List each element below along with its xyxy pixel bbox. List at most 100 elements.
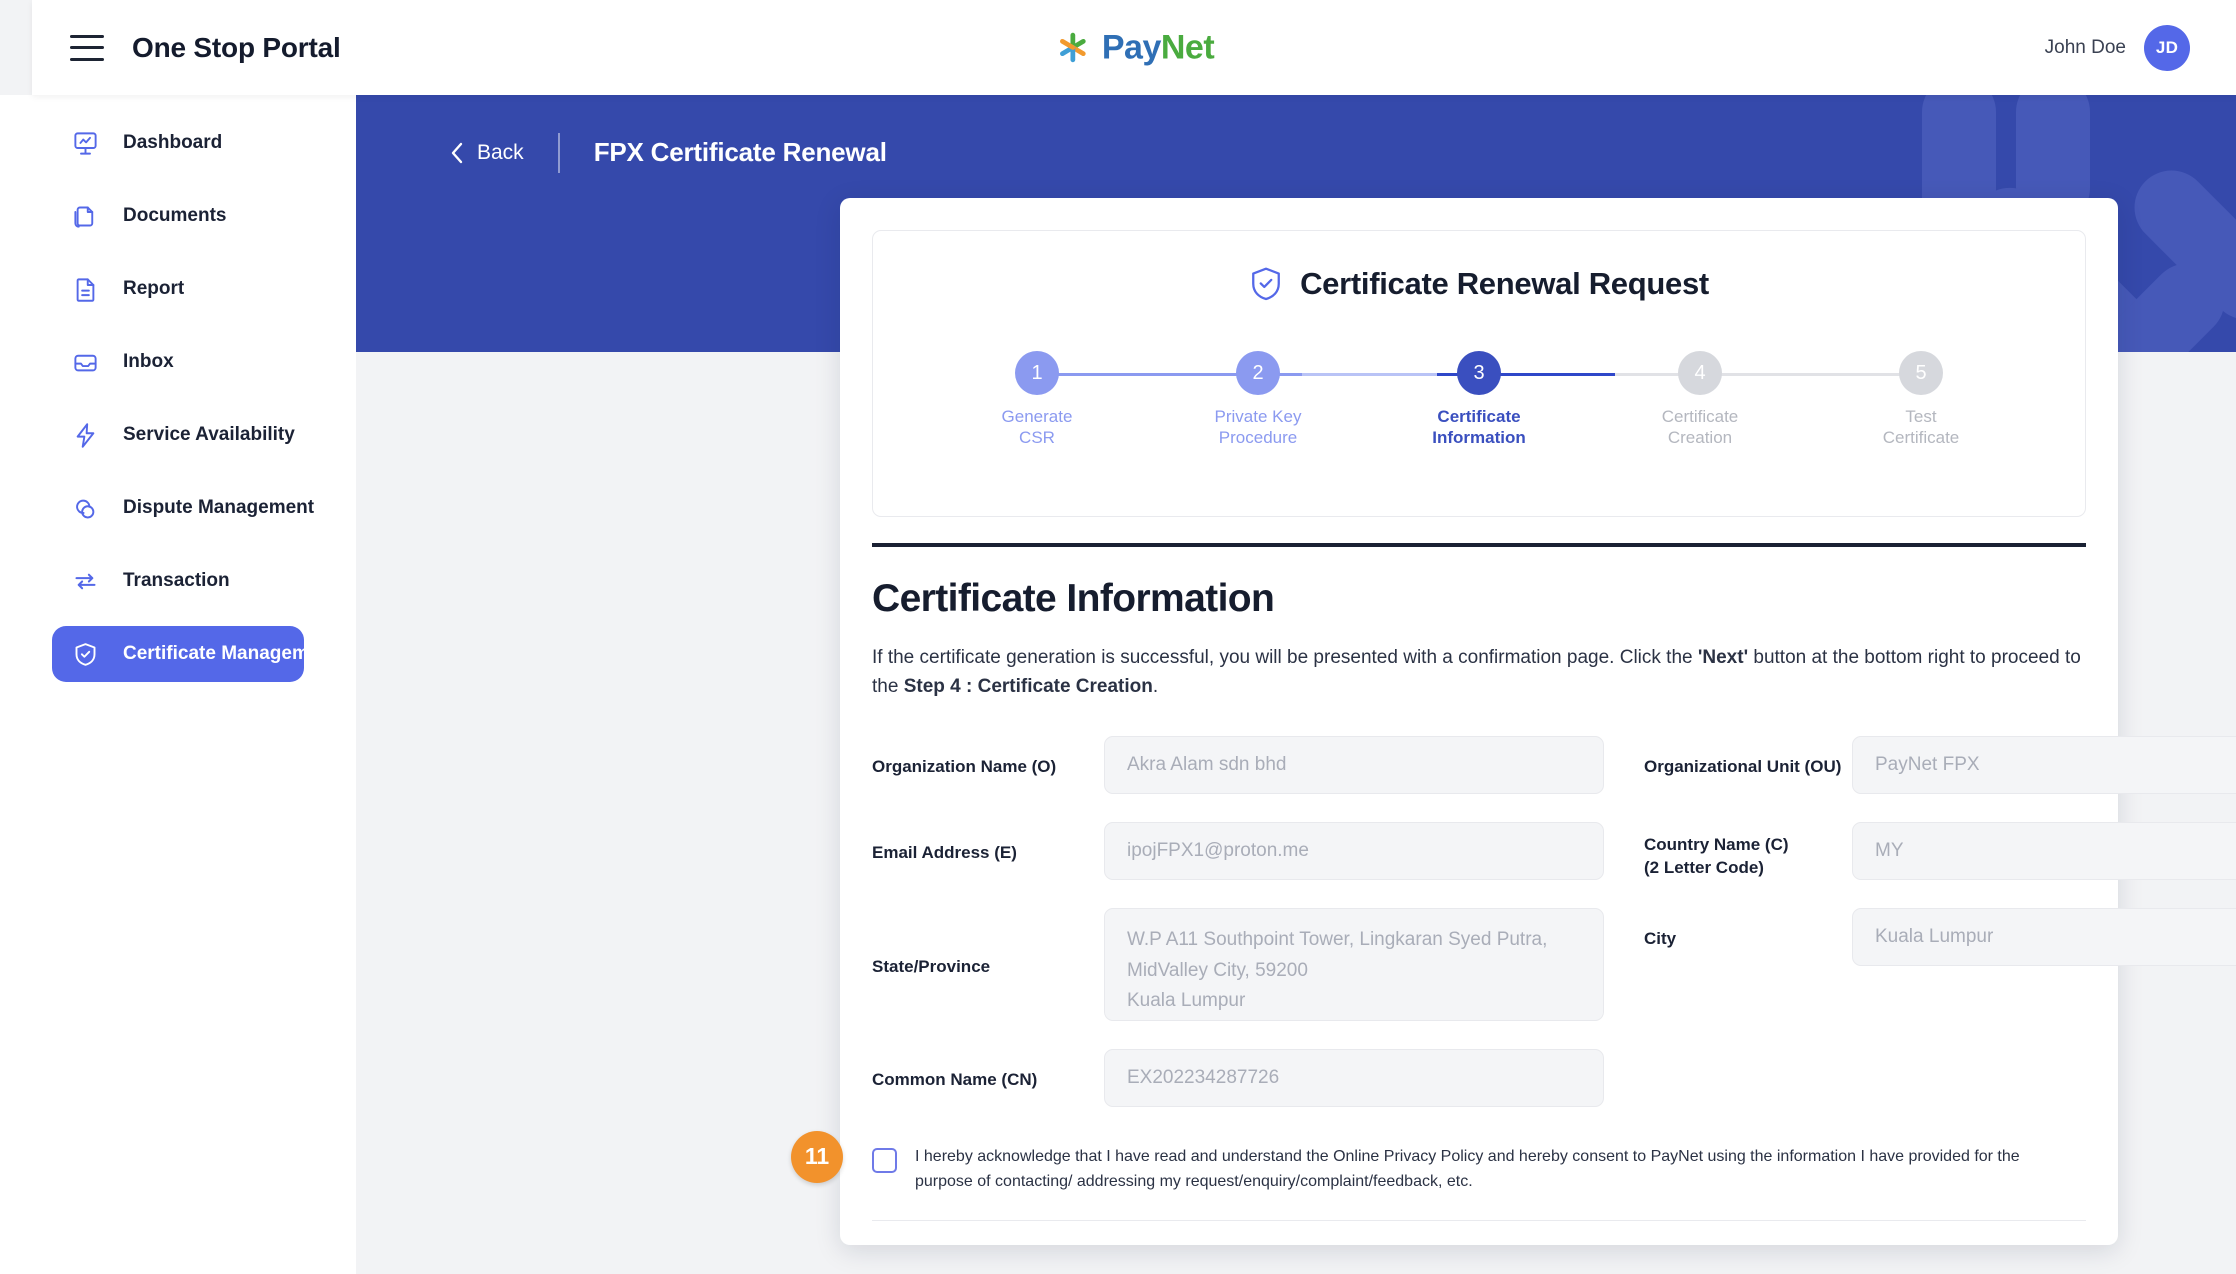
step-label-line2: CSR xyxy=(957,427,1117,448)
label-state-province: State/Province xyxy=(872,908,1104,979)
chevron-left-icon xyxy=(450,142,463,164)
card-heading: Certificate Renewal Request xyxy=(873,265,2085,303)
logo-text-pay: Pay xyxy=(1102,28,1161,66)
consent-text: I hereby acknowledge that I have read an… xyxy=(915,1145,2075,1195)
sidebar-item-report[interactable]: Report xyxy=(52,261,304,317)
step-label-line1: Test xyxy=(1841,406,2001,427)
sidebar-item-label: Dashboard xyxy=(123,132,222,154)
lightning-icon xyxy=(70,420,100,450)
paynet-asterisk-icon xyxy=(1054,29,1092,67)
input-city[interactable]: Kuala Lumpur xyxy=(1852,908,2236,966)
label-country-name: Country Name (C) (2 Letter Code) xyxy=(1604,822,1852,884)
section-title: Certificate Information xyxy=(872,577,2086,621)
certificate-card: Certificate Renewal Request 1 xyxy=(840,198,2118,1245)
report-icon xyxy=(70,274,100,304)
step-label: Certificate Creation xyxy=(1620,406,1780,449)
shield-check-icon xyxy=(70,639,100,669)
step-label-line1: Certificate xyxy=(1620,406,1780,427)
consent-row: 11 I hereby acknowledge that I have read… xyxy=(872,1145,2086,1222)
certificate-form: Organization Name (O) Akra Alam sdn bhd … xyxy=(872,736,2086,1135)
step-label: Test Certificate xyxy=(1841,406,2001,449)
input-state-province[interactable]: W.P A11 Southpoint Tower, Lingkaran Syed… xyxy=(1104,908,1604,1021)
step-label-line2: Procedure xyxy=(1178,427,1338,448)
section-description: If the certificate generation is success… xyxy=(872,643,2086,702)
sidebar-item-label: Inbox xyxy=(123,351,174,373)
banner-header-row: Back FPX Certificate Renewal xyxy=(356,95,2236,210)
input-email-address[interactable]: ipojFPX1@proton.me xyxy=(1104,822,1604,880)
step-number: 5 xyxy=(1899,351,1943,395)
paynet-logo: PayNet xyxy=(1054,28,1214,67)
user-name: John Doe xyxy=(2045,37,2126,59)
step-label: Certificate Information xyxy=(1399,406,1559,449)
exchange-icon xyxy=(70,566,100,596)
desc-part-1: If the certificate generation is success… xyxy=(872,647,1698,668)
stepper-steps: 1 Generate CSR 2 Private Key Procedure xyxy=(957,351,2001,449)
label-email-address: Email Address (E) xyxy=(872,822,1104,884)
sidebar: Dashboard Documents Report xyxy=(0,95,356,1274)
input-organizational-unit[interactable]: PayNet FPX xyxy=(1852,736,2236,794)
desc-part-3: . xyxy=(1153,676,1158,697)
step-1[interactable]: 1 Generate CSR xyxy=(957,351,1117,449)
step-label-line2: Certificate xyxy=(1841,427,2001,448)
sidebar-item-label: Certificate Management xyxy=(123,643,337,665)
top-bar: One Stop Portal PayNet John Doe JD xyxy=(32,0,2236,95)
page-title: FPX Certificate Renewal xyxy=(594,137,887,168)
step-5[interactable]: 5 Test Certificate xyxy=(1841,351,2001,449)
inbox-icon xyxy=(70,347,100,377)
sidebar-item-dispute-management[interactable]: Dispute Management xyxy=(52,480,304,536)
label-common-name: Common Name (CN) xyxy=(872,1049,1104,1111)
label-city: City xyxy=(1604,908,1852,970)
input-common-name[interactable]: EX202234287726 xyxy=(1104,1049,1604,1107)
app-root: One Stop Portal PayNet John Doe JD xyxy=(0,0,2236,1274)
sidebar-item-inbox[interactable]: Inbox xyxy=(52,334,304,390)
card-heading-text: Certificate Renewal Request xyxy=(1300,266,1709,302)
step-label: Private Key Procedure xyxy=(1178,406,1338,449)
consent-checkbox[interactable] xyxy=(872,1148,897,1173)
input-organization-name[interactable]: Akra Alam sdn bhd xyxy=(1104,736,1604,794)
desc-bold-step4: Step 4 : Certificate Creation xyxy=(904,676,1153,697)
documents-icon xyxy=(70,201,100,231)
hamburger-icon[interactable] xyxy=(70,35,104,61)
stepper-panel: Certificate Renewal Request 1 xyxy=(872,230,2086,517)
logo-text-net: Net xyxy=(1161,28,1214,66)
sidebar-item-label: Documents xyxy=(123,205,226,227)
user-area[interactable]: John Doe JD xyxy=(2045,25,2190,71)
label-organization-name: Organization Name (O) xyxy=(872,736,1104,798)
avatar[interactable]: JD xyxy=(2144,25,2190,71)
step-label: Generate CSR xyxy=(957,406,1117,449)
label-country-name-line1: Country Name (C) xyxy=(1644,834,1852,857)
step-4[interactable]: 4 Certificate Creation xyxy=(1620,351,1780,449)
step-label-line1: Certificate xyxy=(1399,406,1559,427)
header-divider xyxy=(558,133,560,173)
sidebar-item-service-availability[interactable]: Service Availability xyxy=(52,407,304,463)
step-number: 1 xyxy=(1015,351,1059,395)
step-label-line2: Creation xyxy=(1620,427,1780,448)
main-content: Back FPX Certificate Renewal Certificate… xyxy=(356,95,2236,1274)
step-3[interactable]: 3 Certificate Information xyxy=(1399,351,1559,449)
label-organizational-unit: Organizational Unit (OU) xyxy=(1604,736,1852,798)
sidebar-item-label: Report xyxy=(123,278,184,300)
desc-bold-next: 'Next' xyxy=(1698,647,1748,668)
step-label-line1: Private Key xyxy=(1178,406,1338,427)
input-country-name[interactable]: MY xyxy=(1852,822,2236,880)
chat-bubbles-icon xyxy=(70,493,100,523)
sidebar-item-dashboard[interactable]: Dashboard xyxy=(52,115,304,171)
back-link[interactable]: Back xyxy=(450,141,524,165)
sidebar-item-label: Dispute Management xyxy=(123,497,314,519)
dashboard-icon xyxy=(70,128,100,158)
annotation-marker-11: 11 xyxy=(791,1131,843,1183)
sidebar-item-certificate-management[interactable]: Certificate Management xyxy=(52,626,304,682)
progress-stepper: 1 Generate CSR 2 Private Key Procedure xyxy=(957,351,2001,461)
section-divider xyxy=(872,543,2086,547)
sidebar-item-documents[interactable]: Documents xyxy=(52,188,304,244)
step-number: 4 xyxy=(1678,351,1722,395)
sidebar-item-transaction[interactable]: Transaction xyxy=(52,553,304,609)
app-title: One Stop Portal xyxy=(132,32,341,64)
step-2[interactable]: 2 Private Key Procedure xyxy=(1178,351,1338,449)
step-number: 3 xyxy=(1457,351,1501,395)
step-number: 2 xyxy=(1236,351,1280,395)
sidebar-item-label: Service Availability xyxy=(123,424,295,446)
logo-wordmark: PayNet xyxy=(1102,28,1214,67)
label-country-name-line2: (2 Letter Code) xyxy=(1644,857,1852,880)
sidebar-item-label: Transaction xyxy=(123,570,230,592)
